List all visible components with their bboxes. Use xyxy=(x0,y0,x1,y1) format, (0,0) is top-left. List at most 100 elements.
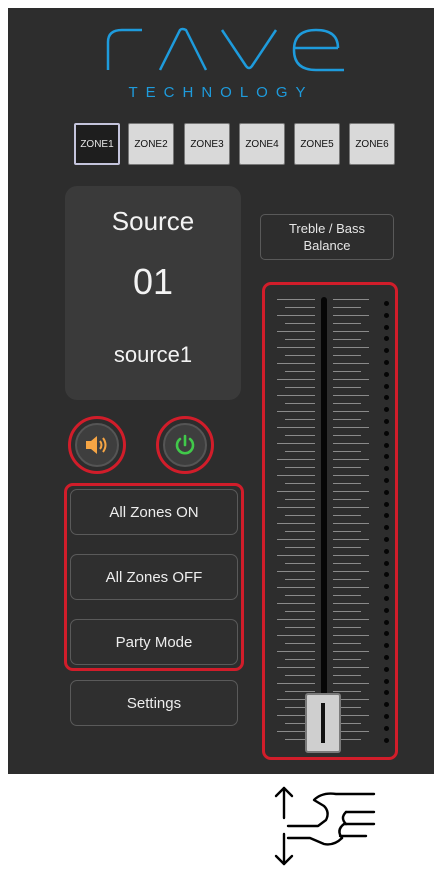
slider-tick xyxy=(277,347,315,348)
slider-dot xyxy=(384,702,389,708)
slider-tick xyxy=(277,443,315,444)
slider-tick xyxy=(285,339,315,340)
slider-dot xyxy=(384,596,389,601)
zone-tab-1[interactable]: ZONE1 xyxy=(74,123,120,165)
slider-tick xyxy=(333,339,361,340)
slider-tick xyxy=(285,403,315,404)
slider-tick xyxy=(277,667,315,668)
slider-tick xyxy=(333,499,361,500)
slider-dot xyxy=(384,336,389,342)
slider-tick xyxy=(285,515,315,516)
slider-tick xyxy=(333,347,369,348)
source-card[interactable]: Source 01 source1 xyxy=(65,186,241,400)
slider-tick xyxy=(277,507,315,508)
slider-tick xyxy=(285,467,315,468)
slider-tick xyxy=(285,547,315,548)
slider-tick xyxy=(285,531,315,532)
slider-tick xyxy=(333,467,361,468)
slider-dot xyxy=(384,619,389,625)
slider-tick xyxy=(333,371,361,372)
all-zones-on-button[interactable]: All Zones ON xyxy=(70,489,238,535)
slider-dot xyxy=(384,419,389,424)
slider-tick xyxy=(277,427,315,428)
slider-tick xyxy=(333,675,361,676)
slider-tick xyxy=(277,539,315,540)
slider-tick xyxy=(333,635,369,636)
slider-tick xyxy=(285,323,315,324)
slider-tick xyxy=(333,627,361,628)
app-screen: TECHNOLOGY ZONE1 ZONE2 ZONE3 ZONE4 ZONE5… xyxy=(8,8,434,774)
slider-thumb[interactable] xyxy=(305,693,341,753)
slider-dot xyxy=(384,666,389,672)
slider-dot xyxy=(384,466,389,472)
slider-tick xyxy=(333,427,369,428)
slider-tick xyxy=(277,395,315,396)
slider-tick xyxy=(333,587,369,588)
slider-dot xyxy=(384,513,389,519)
slider-tick xyxy=(333,307,361,308)
slider-tick xyxy=(333,555,369,556)
swipe-vertical-hand-icon xyxy=(274,786,376,866)
slider-tick xyxy=(333,595,361,596)
slider-dot xyxy=(384,678,389,684)
slider-tick xyxy=(277,683,315,684)
rave-logo xyxy=(106,27,344,72)
slider-tick xyxy=(277,555,315,556)
slider-tick xyxy=(333,571,369,572)
logo-subtitle: TECHNOLOGY xyxy=(128,84,314,101)
slider-tick xyxy=(285,675,315,676)
slider-tick xyxy=(285,371,315,372)
slider-tick xyxy=(333,643,361,644)
slider-tick xyxy=(285,419,315,420)
all-zones-off-button[interactable]: All Zones OFF xyxy=(70,554,238,600)
slider-tick xyxy=(277,379,315,380)
zone-tab-2[interactable]: ZONE2 xyxy=(128,123,174,165)
slider-dot xyxy=(384,525,389,531)
source-number: 01 xyxy=(132,261,174,302)
balance-label: Balance xyxy=(303,238,351,253)
slider-tick xyxy=(333,611,361,612)
slider-tick xyxy=(285,499,315,500)
slider-dot xyxy=(384,725,389,731)
zone-tab-5[interactable]: ZONE5 xyxy=(294,123,340,165)
slider-tick xyxy=(333,379,369,380)
slider-dot xyxy=(384,348,389,354)
slider-tick xyxy=(333,395,369,396)
slider-tick xyxy=(333,299,369,300)
slider-dot xyxy=(384,371,389,377)
slider-tick xyxy=(277,651,315,652)
slider-tick xyxy=(333,539,369,540)
settings-button[interactable]: Settings xyxy=(70,680,238,726)
slider-dot xyxy=(384,607,389,613)
slider-tick xyxy=(333,387,361,388)
slider-dot xyxy=(384,324,389,330)
slider-tick xyxy=(333,475,369,476)
zone-tab-4[interactable]: ZONE4 xyxy=(239,123,285,165)
slider-tick xyxy=(277,411,315,412)
volume-slider[interactable] xyxy=(262,282,398,760)
slider-tick xyxy=(333,659,361,660)
slider-tick xyxy=(285,691,315,692)
slider-dot xyxy=(384,430,389,436)
power-button[interactable] xyxy=(156,416,214,474)
slider-track[interactable] xyxy=(321,297,327,745)
volume-button[interactable] xyxy=(68,416,126,474)
source-name: source1 xyxy=(113,342,193,367)
treble-bass-balance-button[interactable]: Treble / Bass Balance xyxy=(260,214,394,260)
slider-dot xyxy=(384,631,389,637)
slider-tick xyxy=(285,307,315,308)
slider-tick xyxy=(333,411,369,412)
slider-tick xyxy=(277,603,315,604)
zone-tab-6[interactable]: ZONE6 xyxy=(349,123,395,165)
slider-tick xyxy=(333,683,369,684)
slider-tick xyxy=(277,331,315,332)
slider-dot xyxy=(384,478,389,483)
party-mode-button[interactable]: Party Mode xyxy=(70,619,238,665)
slider-tick xyxy=(333,435,361,436)
slider-tick xyxy=(277,363,315,364)
slider-tick xyxy=(277,299,315,300)
slider-tick xyxy=(285,435,315,436)
zone-tab-3[interactable]: ZONE3 xyxy=(184,123,230,165)
source-title: Source xyxy=(111,206,195,236)
slider-tick xyxy=(285,643,315,644)
